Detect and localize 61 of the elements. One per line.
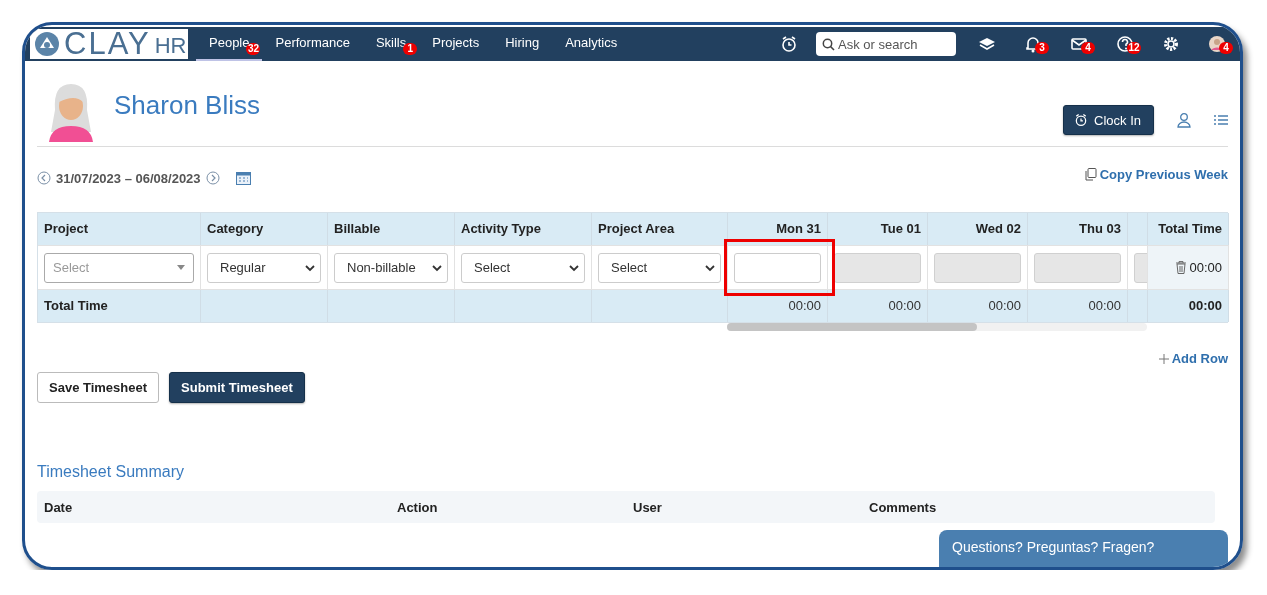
layers-icon[interactable]: [978, 35, 996, 53]
column-header: Billable: [328, 213, 455, 245]
nav-link[interactable]: Hiring: [492, 27, 553, 61]
plus-icon: [1158, 353, 1169, 364]
dropdown[interactable]: Regular: [207, 252, 321, 283]
settings-icon[interactable]: [1162, 35, 1180, 53]
count-badge: 4: [1219, 42, 1233, 54]
person-icon[interactable]: [1176, 112, 1192, 128]
count-badge: 12: [1127, 42, 1141, 54]
date-range: 31/07/2023 – 06/08/2023: [56, 170, 201, 186]
nav-link[interactable]: Performance: [262, 27, 363, 61]
column-header: Date: [44, 499, 74, 515]
copy-icon: [1084, 167, 1097, 181]
add-row-link[interactable]: Add Row: [1158, 351, 1228, 366]
table-cell: Total Time: [38, 290, 201, 322]
column-header: Project Area: [592, 213, 728, 245]
column-header: Category: [201, 213, 328, 245]
alarm-clock-icon: [1074, 113, 1089, 127]
column-header: User: [633, 499, 663, 515]
count-badge: 4: [1081, 42, 1095, 54]
table-cell: 00:00: [1148, 290, 1229, 322]
table-cell: 00:00: [928, 290, 1028, 322]
chat-tab[interactable]: Questions? Preguntas? Fragen?: [939, 530, 1228, 567]
table-cell: 00:00: [828, 290, 928, 322]
scrollbar-thumb[interactable]: [727, 323, 977, 331]
copy-previous-week-link[interactable]: Copy Previous Week: [1084, 166, 1228, 182]
table-cell: 00:00: [728, 290, 828, 322]
column-header: Activity Type: [455, 213, 592, 245]
count-badge: 3: [1035, 42, 1049, 54]
column-header: Total Time: [1148, 213, 1229, 245]
nav-link[interactable]: Analytics: [552, 27, 631, 61]
column-header: Comments: [869, 499, 938, 515]
column-header: Project: [38, 213, 201, 245]
section-title: Timesheet Summary: [37, 463, 185, 481]
table-cell: 00:00: [1028, 290, 1128, 322]
column-header: Wed 02: [928, 213, 1028, 245]
column-header: Tue 01: [828, 213, 928, 245]
list-icon[interactable]: [1214, 114, 1228, 126]
clock-in-button[interactable]: Clock In: [1063, 105, 1154, 135]
time-input[interactable]: [734, 252, 821, 283]
caret-icon: [177, 265, 185, 270]
logo[interactable]: CLAY HR: [30, 29, 188, 59]
column-header: Thu 03: [1028, 213, 1128, 245]
search-icon: [822, 38, 835, 51]
trash-icon[interactable]: [1176, 261, 1187, 274]
column-header: Action: [397, 499, 439, 515]
employee-name: Sharon Bliss: [114, 89, 260, 121]
total-time-value: 00:00: [1189, 260, 1222, 275]
dropdown[interactable]: Non-billable: [334, 252, 448, 283]
logo-mark-icon: [34, 31, 60, 57]
nav-link[interactable]: Projects: [419, 27, 493, 61]
alarm-clock-icon[interactable]: [780, 35, 798, 53]
dropdown[interactable]: Select: [461, 252, 585, 283]
submit-button[interactable]: Submit Timesheet: [169, 372, 305, 403]
dropdown[interactable]: Select: [598, 252, 721, 283]
search-field[interactable]: Ask or search: [816, 32, 956, 56]
scrollbar-track[interactable]: [727, 323, 1147, 331]
save-button[interactable]: Save Timesheet: [37, 372, 160, 403]
previous-week-icon[interactable]: [37, 171, 51, 185]
calendar-icon[interactable]: [235, 171, 251, 185]
next-week-icon[interactable]: [205, 171, 220, 185]
